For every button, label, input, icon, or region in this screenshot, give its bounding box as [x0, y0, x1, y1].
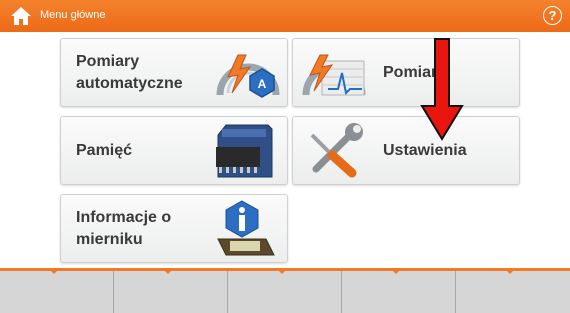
- tile-measurements[interactable]: Pomiary: [292, 38, 520, 107]
- tile-label: Pamięć: [76, 141, 133, 159]
- top-bar: Menu główne ?: [0, 0, 570, 32]
- tile-settings[interactable]: Ustawienia: [292, 116, 520, 185]
- home-icon[interactable]: [10, 6, 32, 26]
- function-key-5[interactable]: [456, 270, 569, 313]
- auto-measure-icon: A: [216, 54, 280, 98]
- tile-meter-info[interactable]: Informacje o mierniku: [60, 194, 288, 263]
- tile-memory[interactable]: Pamięć: [60, 116, 288, 185]
- tile-label: Pomiary automatyczne: [76, 52, 183, 92]
- notch-indicator: [392, 270, 400, 274]
- help-icon[interactable]: ?: [543, 6, 562, 25]
- tile-automatic-measurements[interactable]: Pomiary automatyczne A: [60, 38, 288, 107]
- svg-text:A: A: [258, 77, 267, 91]
- function-key-bar: [0, 268, 570, 313]
- notch-indicator: [278, 270, 286, 274]
- measure-icon: [302, 54, 366, 96]
- info-meter-icon: [217, 200, 275, 256]
- function-key-4[interactable]: [342, 270, 456, 313]
- function-key-2[interactable]: [114, 270, 228, 313]
- page-title: Menu główne: [40, 9, 106, 21]
- function-key-1[interactable]: [0, 270, 114, 313]
- tools-icon: [310, 123, 363, 178]
- notch-indicator: [506, 270, 514, 274]
- notch-indicator: [164, 270, 172, 274]
- pointer-arrow-annotation: [420, 38, 464, 141]
- sd-card-icon: [216, 124, 273, 178]
- notch-indicator: [50, 270, 58, 274]
- function-key-3[interactable]: [228, 270, 342, 313]
- tile-label: Informacje o mierniku: [76, 208, 172, 248]
